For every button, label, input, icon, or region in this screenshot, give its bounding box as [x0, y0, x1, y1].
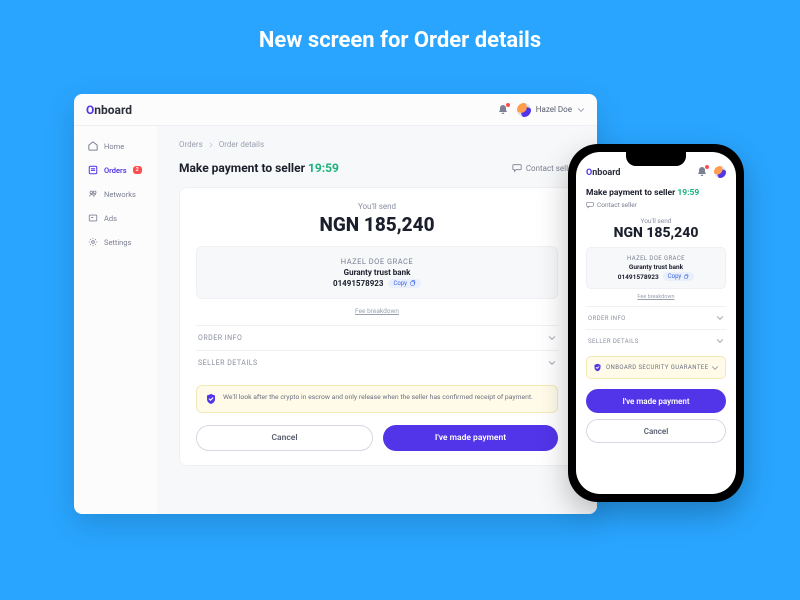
home-icon — [88, 141, 98, 151]
chevron-down-icon — [548, 334, 556, 342]
paid-button[interactable]: I've made payment — [586, 389, 726, 413]
chevron-down-icon — [716, 337, 724, 345]
sidebar: Home Orders 2 Networks Ads Setting — [74, 126, 157, 514]
brand-rest: nboard — [94, 103, 132, 117]
sidebar-item-settings[interactable]: Settings — [82, 232, 149, 252]
fee-breakdown-link[interactable]: Fee breakdown — [196, 307, 558, 315]
notification-dot — [506, 103, 510, 107]
orders-icon — [88, 165, 98, 175]
copy-icon — [409, 280, 416, 287]
avatar — [517, 103, 531, 117]
accordion-label: ONBOARD SECURITY GUARANTEE — [606, 364, 708, 371]
brand-logo[interactable]: Onboard — [86, 103, 132, 117]
phone-frame: Onboard Make payment to seller 19:59 — [568, 144, 744, 502]
account-name: HAZEL DOE GRACE — [594, 255, 718, 262]
amount-lede: You'll send — [586, 217, 726, 225]
shield-icon — [205, 393, 217, 405]
account-card: HAZEL DOE GRACE Guranty trust bank 01491… — [586, 247, 726, 289]
breadcrumb-current: Order details — [219, 140, 264, 149]
account-card: HAZEL DOE GRACE Guranty trust bank 01491… — [196, 246, 558, 299]
amount-value: NGN 185,240 — [196, 213, 558, 236]
user-name: Hazel Doe — [536, 105, 572, 114]
accordion-order-info[interactable]: ORDER INFO — [196, 325, 558, 350]
contact-seller-button[interactable]: Contact seller — [586, 201, 726, 209]
notice-text: We'll look after the crypto in escrow an… — [223, 393, 533, 405]
main-content: Orders Order details Make payment to sel… — [157, 126, 597, 514]
sidebar-item-networks[interactable]: Networks — [82, 184, 149, 204]
escrow-notice: We'll look after the crypto in escrow an… — [196, 385, 558, 413]
desktop-window: Onboard Hazel Doe Home — [74, 94, 597, 514]
title-text: Make payment to seller — [586, 188, 675, 198]
amount-value: NGN 185,240 — [586, 225, 726, 241]
sidebar-item-ads[interactable]: Ads — [82, 208, 149, 228]
countdown-timer: 19:59 — [308, 161, 339, 175]
user-menu[interactable]: Hazel Doe — [517, 103, 585, 117]
sidebar-label: Orders — [104, 166, 127, 175]
chevron-down-icon — [548, 359, 556, 367]
sidebar-label: Settings — [104, 238, 131, 247]
sidebar-item-orders[interactable]: Orders 2 — [82, 160, 149, 180]
chevron-down-icon — [716, 314, 724, 322]
copy-label: Copy — [668, 273, 682, 280]
brand-logo[interactable]: Onboard — [586, 168, 621, 178]
accordion-label: SELLER DETAILS — [198, 359, 258, 367]
hero-title: New screen for Order details — [0, 0, 800, 71]
title-text: Make payment to seller — [179, 161, 305, 175]
accordion-label: ORDER INFO — [198, 334, 242, 342]
chat-icon — [586, 201, 594, 209]
notifications-button[interactable] — [696, 166, 708, 178]
cancel-button[interactable]: Cancel — [586, 419, 726, 443]
account-number: 01491578923 — [333, 279, 384, 288]
notifications-button[interactable] — [497, 104, 509, 116]
ads-icon — [88, 213, 98, 223]
countdown-timer: 19:59 — [677, 188, 699, 198]
brand-rest: nboard — [592, 168, 620, 178]
contact-seller-label: Contact seller — [597, 201, 637, 209]
networks-icon — [88, 189, 98, 199]
chat-icon — [512, 163, 522, 173]
payment-panel: You'll send NGN 185,240 HAZEL DOE GRACE … — [179, 187, 575, 466]
account-number: 01491578923 — [618, 273, 659, 281]
sidebar-label: Networks — [104, 190, 136, 199]
accordion-label: ORDER INFO — [588, 315, 626, 322]
orders-badge: 2 — [133, 166, 142, 174]
app-header: Onboard Hazel Doe — [74, 94, 597, 126]
accordion-label: SELLER DETAILS — [588, 338, 639, 345]
sidebar-label: Home — [104, 142, 124, 151]
amount-lede: You'll send — [196, 202, 558, 211]
notification-dot — [705, 165, 709, 169]
copy-account-button[interactable]: Copy — [663, 272, 695, 281]
chevron-down-icon — [711, 364, 719, 372]
page-title: Make payment to seller 19:59 — [586, 188, 726, 198]
cancel-button[interactable]: Cancel — [196, 425, 373, 451]
paid-button[interactable]: I've made payment — [383, 425, 558, 451]
chevron-right-icon — [208, 142, 214, 148]
breadcrumb-root[interactable]: Orders — [179, 140, 203, 149]
copy-account-button[interactable]: Copy — [388, 279, 421, 288]
page-title: Make payment to seller 19:59 — [179, 161, 339, 175]
sidebar-label: Ads — [104, 214, 117, 223]
accordion-order-info[interactable]: ORDER INFO — [586, 306, 726, 329]
avatar[interactable] — [714, 166, 726, 178]
copy-icon — [683, 274, 689, 280]
account-bank: Guranty trust bank — [207, 268, 547, 277]
contact-seller-button[interactable]: Contact seller — [512, 163, 575, 173]
phone-notch — [626, 152, 686, 166]
fee-breakdown-link[interactable]: Fee breakdown — [586, 294, 726, 300]
shield-icon — [593, 363, 602, 372]
breadcrumb: Orders Order details — [179, 140, 575, 149]
account-name: HAZEL DOE GRACE — [207, 257, 547, 266]
accordion-seller-details[interactable]: SELLER DETAILS — [586, 329, 726, 352]
chevron-down-icon — [577, 106, 585, 114]
copy-label: Copy — [393, 280, 407, 287]
settings-icon — [88, 237, 98, 247]
account-bank: Guranty trust bank — [594, 263, 718, 271]
accordion-seller-details[interactable]: SELLER DETAILS — [196, 350, 558, 375]
accordion-security-guarantee[interactable]: ONBOARD SECURITY GUARANTEE — [586, 356, 726, 379]
sidebar-item-home[interactable]: Home — [82, 136, 149, 156]
